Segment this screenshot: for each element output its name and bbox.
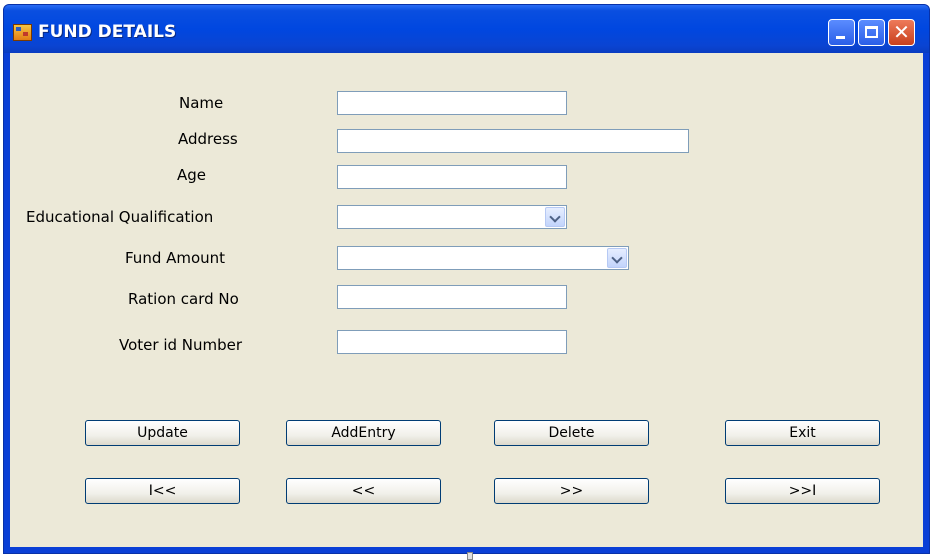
education-select[interactable] bbox=[337, 205, 567, 229]
previous-record-button[interactable]: << bbox=[286, 478, 441, 504]
age-input[interactable] bbox=[337, 165, 567, 189]
close-icon: ✕ bbox=[893, 20, 910, 44]
delete-button[interactable]: Delete bbox=[494, 420, 649, 446]
age-label: Age bbox=[177, 166, 207, 184]
next-record-button[interactable]: >> bbox=[494, 478, 649, 504]
ration-card-input[interactable] bbox=[337, 285, 567, 309]
chevron-down-icon[interactable] bbox=[545, 207, 565, 227]
title-bar[interactable]: FUND DETAILS ✕ bbox=[4, 5, 929, 53]
fund-amount-label: Fund Amount bbox=[125, 249, 226, 267]
address-input[interactable] bbox=[337, 129, 689, 153]
close-button[interactable]: ✕ bbox=[888, 19, 915, 46]
first-record-button[interactable]: I<< bbox=[85, 478, 240, 504]
minimize-icon bbox=[836, 36, 845, 39]
app-window: FUND DETAILS ✕ Name Address Age Educatio… bbox=[3, 4, 930, 554]
resize-handle[interactable] bbox=[467, 552, 473, 560]
name-input[interactable] bbox=[337, 91, 567, 115]
address-label: Address bbox=[178, 130, 238, 148]
last-record-button[interactable]: >>I bbox=[725, 478, 880, 504]
minimize-button[interactable] bbox=[828, 19, 855, 46]
chevron-down-icon[interactable] bbox=[607, 248, 627, 268]
exit-button[interactable]: Exit bbox=[725, 420, 880, 446]
name-label: Name bbox=[179, 94, 224, 112]
maximize-icon bbox=[865, 26, 878, 38]
add-entry-button[interactable]: AddEntry bbox=[286, 420, 441, 446]
education-label: Educational Qualification bbox=[26, 208, 214, 226]
voter-id-label: Voter id Number bbox=[119, 336, 243, 354]
window-title: FUND DETAILS bbox=[38, 22, 177, 42]
update-button[interactable]: Update bbox=[85, 420, 240, 446]
voter-id-input[interactable] bbox=[337, 330, 567, 354]
form-panel: Name Address Age Educational Qualificati… bbox=[10, 53, 923, 547]
maximize-button[interactable] bbox=[858, 19, 885, 46]
app-icon[interactable] bbox=[13, 24, 32, 41]
fund-amount-select[interactable] bbox=[337, 246, 629, 270]
ration-card-label: Ration card No bbox=[128, 290, 239, 308]
